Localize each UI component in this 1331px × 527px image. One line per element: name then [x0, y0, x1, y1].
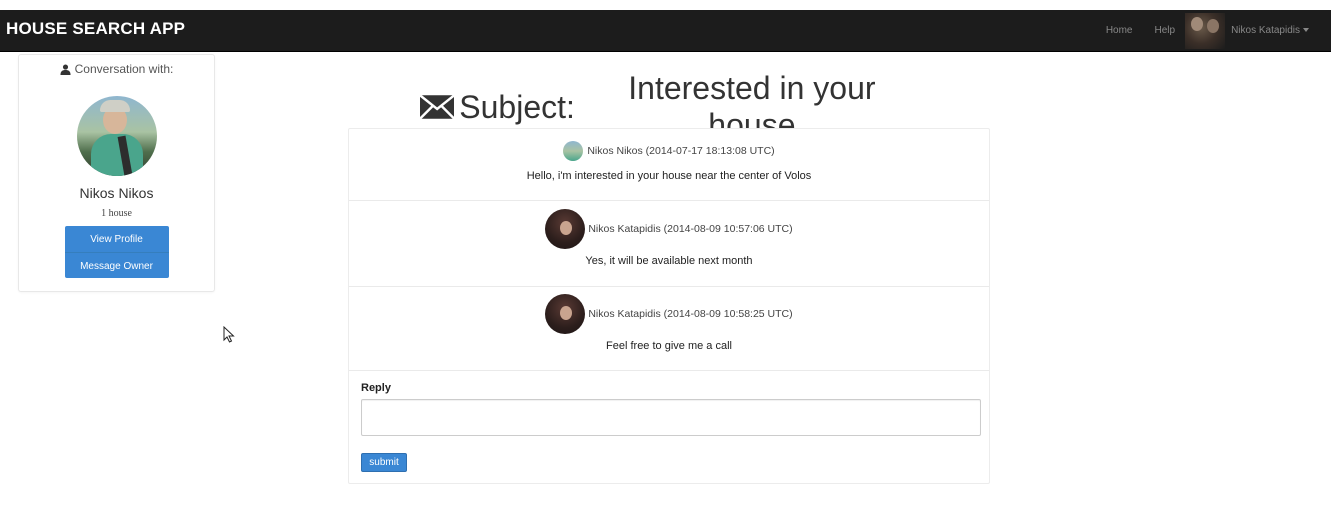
- message-author-avatar: [563, 141, 584, 161]
- message-divider: [349, 286, 989, 287]
- subject-prefix: Subject:: [459, 88, 575, 125]
- conversation-partner-panel: Conversation with: Nikos Nikos 1 house V…: [18, 54, 215, 292]
- message-author-avatar: [545, 294, 586, 334]
- app-brand[interactable]: HOUSE SEARCH APP: [6, 19, 185, 39]
- nav-home-link[interactable]: Home: [1106, 25, 1133, 36]
- message-header: Nikos Katapidis (2014-08-09 10:58:25 UTC…: [349, 294, 989, 334]
- message-header: Nikos Katapidis (2014-08-09 10:57:06 UTC…: [349, 209, 989, 249]
- message-divider: [349, 200, 989, 201]
- message-owner-button[interactable]: Message Owner: [64, 252, 169, 278]
- nav-user-avatar[interactable]: [1185, 12, 1226, 49]
- message-timestamp: (2014-07-17 18:13:08 UTC): [645, 145, 775, 157]
- message-author: Nikos Nikos: [587, 145, 643, 157]
- submit-button[interactable]: submit: [361, 453, 407, 472]
- nav-user-menu[interactable]: Nikos Katapidis: [1231, 25, 1309, 36]
- message-item: Nikos Nikos (2014-07-17 18:13:08 UTC) He…: [349, 141, 989, 182]
- envelope-icon: [420, 95, 455, 119]
- owner-name: Nikos Nikos: [79, 185, 154, 201]
- message-author: Nikos Katapidis: [588, 223, 661, 235]
- caret-down-icon: [1303, 28, 1309, 33]
- message-body: Yes, it will be available next month: [585, 255, 753, 267]
- message-header: Nikos Nikos (2014-07-17 18:13:08 UTC): [349, 141, 989, 161]
- view-profile-button[interactable]: View Profile: [64, 226, 169, 252]
- top-navbar: HOUSE SEARCH APP Home Help Nikos Katapid…: [0, 10, 1331, 52]
- user-icon: [60, 63, 71, 75]
- message-author-avatar: [545, 209, 586, 249]
- nav-user-name: Nikos Katapidis: [1231, 25, 1300, 36]
- owner-avatar: [76, 96, 157, 176]
- owner-house-count: 1 house: [101, 208, 132, 219]
- nav-right: Home Help Nikos Katapidis: [1084, 10, 1309, 51]
- message-body: Hello, i'm interested in your house near…: [526, 170, 812, 182]
- message-item: Nikos Katapidis (2014-08-09 10:58:25 UTC…: [349, 294, 989, 352]
- message-item: Nikos Katapidis (2014-08-09 10:57:06 UTC…: [349, 209, 989, 267]
- nav-help-link[interactable]: Help: [1155, 25, 1176, 36]
- message-body: Feel free to give me a call: [606, 340, 732, 352]
- reply-textarea[interactable]: [361, 399, 981, 436]
- conversation-with-label: Conversation with:: [74, 62, 174, 76]
- mouse-cursor-icon: [223, 326, 235, 343]
- reply-label: Reply: [361, 382, 391, 394]
- conversation-with-header: Conversation with:: [19, 62, 214, 76]
- message-divider: [349, 370, 989, 371]
- message-timestamp: (2014-08-09 10:58:25 UTC): [663, 308, 793, 320]
- message-timestamp: (2014-08-09 10:57:06 UTC): [663, 223, 793, 235]
- message-author: Nikos Katapidis: [588, 308, 661, 320]
